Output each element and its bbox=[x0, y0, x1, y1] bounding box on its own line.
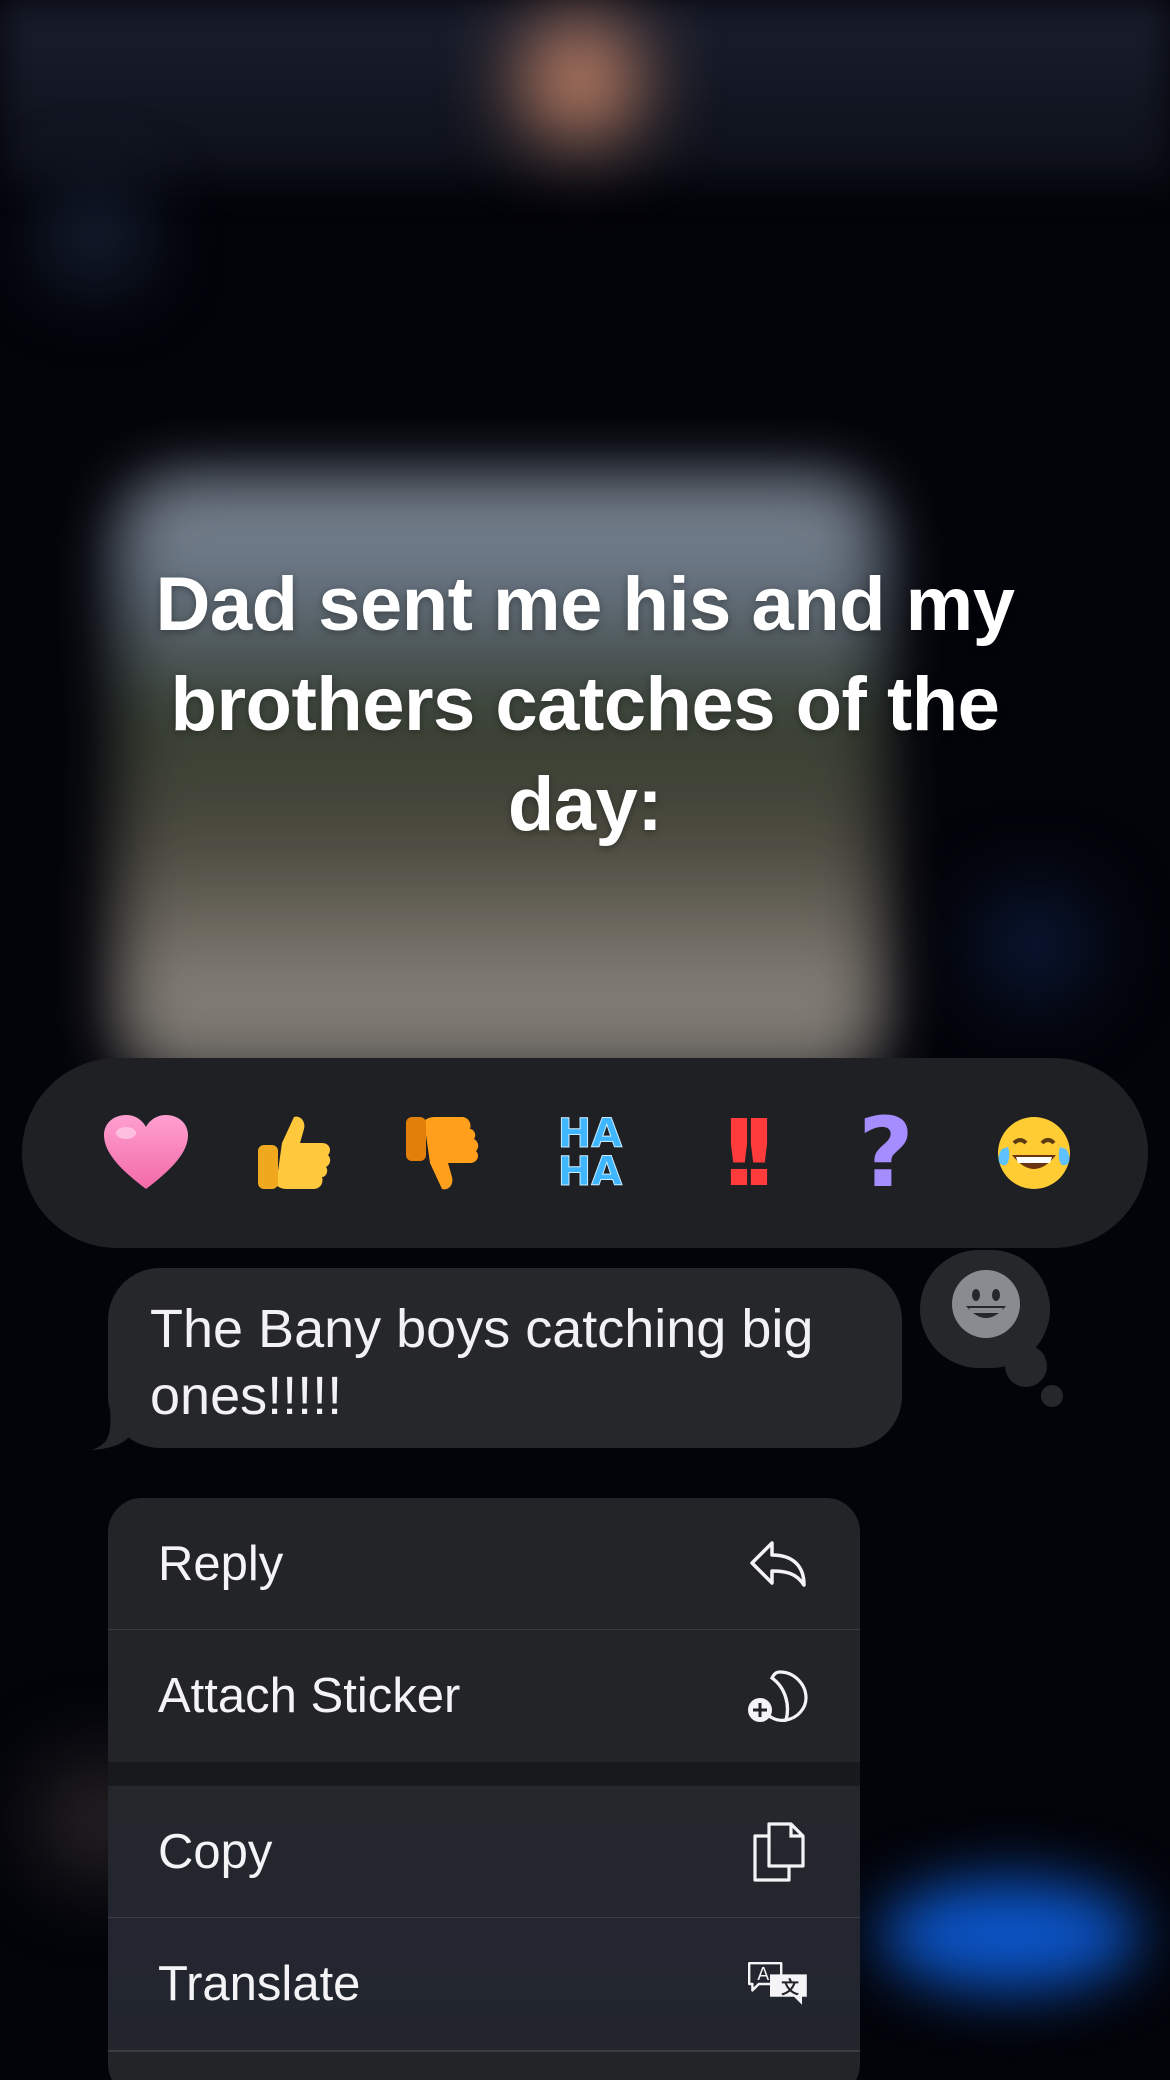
svg-text:A: A bbox=[757, 1965, 769, 1985]
menu-item-copy[interactable]: Copy bbox=[108, 1786, 860, 1918]
sticker-icon bbox=[746, 1664, 810, 1728]
context-menu: Reply Attach Sticker Copy Translate A 文 bbox=[108, 1498, 860, 2080]
exclamation-icon[interactable]: !! bbox=[664, 1079, 812, 1227]
menu-divider bbox=[108, 2050, 860, 2052]
menu-item-label: Attach Sticker bbox=[158, 1669, 461, 1723]
caption-line: day: bbox=[507, 762, 663, 847]
sticker-bubble-tail bbox=[1041, 1385, 1063, 1407]
menu-item-label: Translate bbox=[158, 1957, 361, 2011]
haha-line: HA bbox=[557, 1149, 623, 1195]
haha-icon[interactable]: HA HA bbox=[516, 1079, 664, 1227]
sticker-bubble-tail bbox=[1005, 1345, 1047, 1387]
overlay-caption: Dad sent me his and my brothers catches … bbox=[90, 555, 1080, 855]
translate-icon: A 文 bbox=[746, 1952, 810, 2016]
heart-icon[interactable] bbox=[72, 1079, 220, 1227]
message-text-line: ones!!!!! bbox=[150, 1366, 343, 1426]
smiley-icon[interactable] bbox=[950, 1268, 1022, 1340]
caption-line: Dad sent me his and my bbox=[155, 562, 1015, 647]
menu-item-label: Reply bbox=[158, 1536, 284, 1591]
blurred-blob bbox=[980, 890, 1090, 1000]
menu-item-reply[interactable]: Reply bbox=[108, 1498, 860, 1630]
message-bubble[interactable]: The Bany boys catching big ones!!!!! bbox=[108, 1268, 902, 1448]
haha-line: HA bbox=[557, 1111, 623, 1157]
blurred-blob bbox=[50, 190, 140, 280]
thumbs-up-icon[interactable] bbox=[220, 1079, 368, 1227]
tapback-reaction-bar: HA HA !! ? bbox=[22, 1058, 1148, 1248]
question-icon[interactable]: ? bbox=[812, 1079, 960, 1227]
menu-item-label: Copy bbox=[158, 1824, 273, 1879]
reply-icon bbox=[746, 1532, 810, 1596]
blurred-avatar bbox=[520, 20, 640, 140]
thumbs-down-icon[interactable] bbox=[368, 1079, 516, 1227]
menu-item-attach-sticker[interactable]: Attach Sticker bbox=[108, 1630, 860, 1762]
menu-group: Copy Translate A 文 bbox=[108, 1786, 860, 2052]
blurred-blob bbox=[880, 1880, 1140, 1990]
menu-separator bbox=[108, 1762, 860, 1786]
menu-item-translate[interactable]: Translate A 文 bbox=[108, 1918, 860, 2050]
caption-line: brothers catches of the bbox=[170, 662, 1000, 747]
svg-text:文: 文 bbox=[781, 1978, 799, 1999]
question-text: ? bbox=[858, 1097, 914, 1209]
laughing-emoji-icon[interactable] bbox=[960, 1079, 1108, 1227]
exclamation-text: !! bbox=[718, 1099, 780, 1207]
message-text-line: The Bany boys catching big bbox=[150, 1299, 814, 1359]
copy-icon bbox=[746, 1820, 810, 1884]
